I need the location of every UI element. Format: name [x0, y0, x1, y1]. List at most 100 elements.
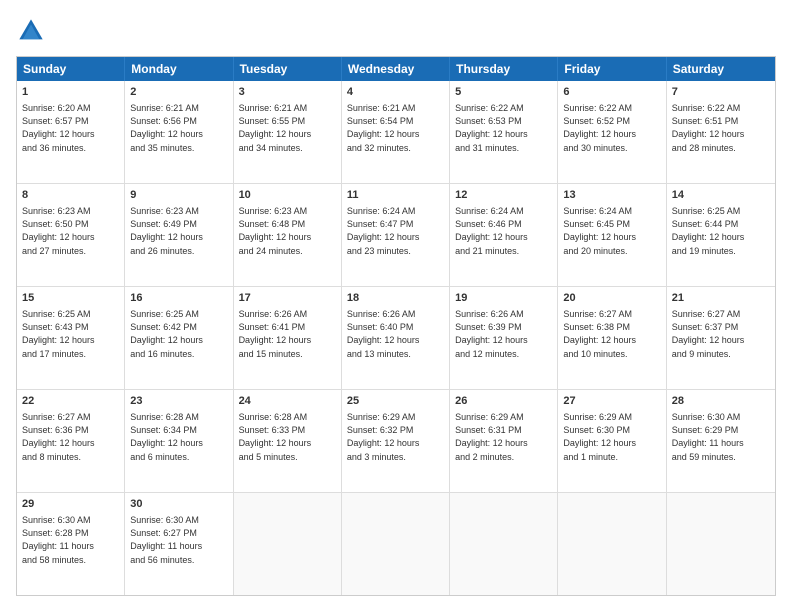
day-info-12: Sunrise: 6:24 AM Sunset: 6:46 PM Dayligh… [455, 205, 552, 257]
day-14: 14 Sunrise: 6:25 AM Sunset: 6:44 PM Dayli… [667, 184, 775, 286]
day-info-3: Sunrise: 6:21 AM Sunset: 6:55 PM Dayligh… [239, 102, 336, 154]
day-19: 19 Sunrise: 6:26 AM Sunset: 6:39 PM Dayli… [450, 287, 558, 389]
day-18: 18 Sunrise: 6:26 AM Sunset: 6:40 PM Dayli… [342, 287, 450, 389]
day-21: 21 Sunrise: 6:27 AM Sunset: 6:37 PM Dayli… [667, 287, 775, 389]
day-info-19: Sunrise: 6:26 AM Sunset: 6:39 PM Dayligh… [455, 308, 552, 360]
day-4: 4 Sunrise: 6:21 AM Sunset: 6:54 PM Daylig… [342, 81, 450, 183]
day-7: 7 Sunrise: 6:22 AM Sunset: 6:51 PM Daylig… [667, 81, 775, 183]
empty-cell [450, 493, 558, 595]
day-13: 13Sunrise: 6:24 AM Sunset: 6:45 PM Dayli… [558, 184, 666, 286]
day-number-29: 29 [22, 497, 119, 512]
logo-icon [16, 16, 46, 46]
day-number-5: 5 [455, 85, 552, 100]
logo [16, 16, 50, 46]
empty-cell [558, 493, 666, 595]
day-16: 16Sunrise: 6:25 AM Sunset: 6:42 PM Dayli… [125, 287, 233, 389]
day-20: 20 Sunrise: 6:27 AM Sunset: 6:38 PM Dayli… [558, 287, 666, 389]
day-24: 24 Sunrise: 6:28 AM Sunset: 6:33 PM Dayli… [234, 390, 342, 492]
day-info-5: Sunrise: 6:22 AM Sunset: 6:53 PM Dayligh… [455, 102, 552, 154]
day-number-22: 22 [22, 394, 119, 409]
day-number-20: 20 [563, 291, 660, 306]
day-number-18: 18 [347, 291, 444, 306]
day-number-2: 2 [130, 85, 227, 100]
day-info-20: Sunrise: 6:27 AM Sunset: 6:38 PM Dayligh… [563, 308, 660, 360]
header-sunday: Sunday [17, 57, 125, 81]
day-6: 6Sunrise: 6:22 AM Sunset: 6:52 PM Daylig… [558, 81, 666, 183]
day-3: 3 Sunrise: 6:21 AM Sunset: 6:55 PM Daylig… [234, 81, 342, 183]
day-info-30: Sunrise: 6:30 AM Sunset: 6:27 PM Dayligh… [130, 514, 227, 566]
day-22: 22 Sunrise: 6:27 AM Sunset: 6:36 PM Dayli… [17, 390, 125, 492]
day-number-27: 27 [563, 394, 660, 409]
day-number-25: 25 [347, 394, 444, 409]
day-29: 29 Sunrise: 6:30 AM Sunset: 6:28 PM Dayli… [17, 493, 125, 595]
week-row-4: 22 Sunrise: 6:27 AM Sunset: 6:36 PM Dayli… [17, 390, 775, 493]
page: Sunday Monday Tuesday Wednesday Thursday… [0, 0, 792, 612]
day-number-3: 3 [239, 85, 336, 100]
day-info-18: Sunrise: 6:26 AM Sunset: 6:40 PM Dayligh… [347, 308, 444, 360]
header-friday: Friday [558, 57, 666, 81]
day-info-6: Sunrise: 6:22 AM Sunset: 6:52 PM Dayligh… [563, 102, 660, 154]
day-info-11: Sunrise: 6:24 AM Sunset: 6:47 PM Dayligh… [347, 205, 444, 257]
day-info-29: Sunrise: 6:30 AM Sunset: 6:28 PM Dayligh… [22, 514, 119, 566]
week-row-1: 1 Sunrise: 6:20 AM Sunset: 6:57 PM Daylig… [17, 81, 775, 184]
day-10: 10 Sunrise: 6:23 AM Sunset: 6:48 PM Dayli… [234, 184, 342, 286]
day-info-14: Sunrise: 6:25 AM Sunset: 6:44 PM Dayligh… [672, 205, 770, 257]
day-info-8: Sunrise: 6:23 AM Sunset: 6:50 PM Dayligh… [22, 205, 119, 257]
day-info-25: Sunrise: 6:29 AM Sunset: 6:32 PM Dayligh… [347, 411, 444, 463]
header-tuesday: Tuesday [234, 57, 342, 81]
day-number-8: 8 [22, 188, 119, 203]
day-number-7: 7 [672, 85, 770, 100]
day-info-7: Sunrise: 6:22 AM Sunset: 6:51 PM Dayligh… [672, 102, 770, 154]
day-17: 17Sunrise: 6:26 AM Sunset: 6:41 PM Dayli… [234, 287, 342, 389]
day-number-14: 14 [672, 188, 770, 203]
day-8: 8 Sunrise: 6:23 AM Sunset: 6:50 PM Daylig… [17, 184, 125, 286]
header [16, 16, 776, 46]
week-row-3: 15 Sunrise: 6:25 AM Sunset: 6:43 PM Dayli… [17, 287, 775, 390]
day-info-4: Sunrise: 6:21 AM Sunset: 6:54 PM Dayligh… [347, 102, 444, 154]
day-number-1: 1 [22, 85, 119, 100]
day-23: 23Sunrise: 6:28 AM Sunset: 6:34 PM Dayli… [125, 390, 233, 492]
day-15: 15 Sunrise: 6:25 AM Sunset: 6:43 PM Dayli… [17, 287, 125, 389]
day-26: 26 Sunrise: 6:29 AM Sunset: 6:31 PM Dayli… [450, 390, 558, 492]
day-30: 30 Sunrise: 6:30 AM Sunset: 6:27 PM Dayli… [125, 493, 233, 595]
calendar-header: Sunday Monday Tuesday Wednesday Thursday… [17, 57, 775, 81]
day-number-23: 23 [130, 394, 227, 409]
header-monday: Monday [125, 57, 233, 81]
day-info-22: Sunrise: 6:27 AM Sunset: 6:36 PM Dayligh… [22, 411, 119, 463]
day-info-26: Sunrise: 6:29 AM Sunset: 6:31 PM Dayligh… [455, 411, 552, 463]
day-number-26: 26 [455, 394, 552, 409]
day-info-13: Sunrise: 6:24 AM Sunset: 6:45 PM Dayligh… [563, 205, 660, 257]
day-info-17: Sunrise: 6:26 AM Sunset: 6:41 PM Dayligh… [239, 308, 336, 360]
day-number-15: 15 [22, 291, 119, 306]
day-12: 12 Sunrise: 6:24 AM Sunset: 6:46 PM Dayli… [450, 184, 558, 286]
day-1: 1 Sunrise: 6:20 AM Sunset: 6:57 PM Daylig… [17, 81, 125, 183]
day-number-12: 12 [455, 188, 552, 203]
day-number-19: 19 [455, 291, 552, 306]
header-wednesday: Wednesday [342, 57, 450, 81]
day-number-11: 11 [347, 188, 444, 203]
day-number-9: 9 [130, 188, 227, 203]
day-28: 28Sunrise: 6:30 AM Sunset: 6:29 PM Dayli… [667, 390, 775, 492]
day-number-21: 21 [672, 291, 770, 306]
day-number-28: 28 [672, 394, 770, 409]
day-info-9: Sunrise: 6:23 AM Sunset: 6:49 PM Dayligh… [130, 205, 227, 257]
day-2: 2 Sunrise: 6:21 AM Sunset: 6:56 PM Daylig… [125, 81, 233, 183]
day-info-1: Sunrise: 6:20 AM Sunset: 6:57 PM Dayligh… [22, 102, 119, 154]
calendar: Sunday Monday Tuesday Wednesday Thursday… [16, 56, 776, 596]
day-info-21: Sunrise: 6:27 AM Sunset: 6:37 PM Dayligh… [672, 308, 770, 360]
day-number-30: 30 [130, 497, 227, 512]
day-info-2: Sunrise: 6:21 AM Sunset: 6:56 PM Dayligh… [130, 102, 227, 154]
day-number-4: 4 [347, 85, 444, 100]
calendar-body: 1 Sunrise: 6:20 AM Sunset: 6:57 PM Daylig… [17, 81, 775, 595]
day-info-15: Sunrise: 6:25 AM Sunset: 6:43 PM Dayligh… [22, 308, 119, 360]
week-row-5: 29 Sunrise: 6:30 AM Sunset: 6:28 PM Dayli… [17, 493, 775, 595]
day-info-10: Sunrise: 6:23 AM Sunset: 6:48 PM Dayligh… [239, 205, 336, 257]
header-saturday: Saturday [667, 57, 775, 81]
day-info-24: Sunrise: 6:28 AM Sunset: 6:33 PM Dayligh… [239, 411, 336, 463]
week-row-2: 8 Sunrise: 6:23 AM Sunset: 6:50 PM Daylig… [17, 184, 775, 287]
empty-cell [342, 493, 450, 595]
empty-cell [667, 493, 775, 595]
empty-cell [234, 493, 342, 595]
day-number-10: 10 [239, 188, 336, 203]
day-number-24: 24 [239, 394, 336, 409]
